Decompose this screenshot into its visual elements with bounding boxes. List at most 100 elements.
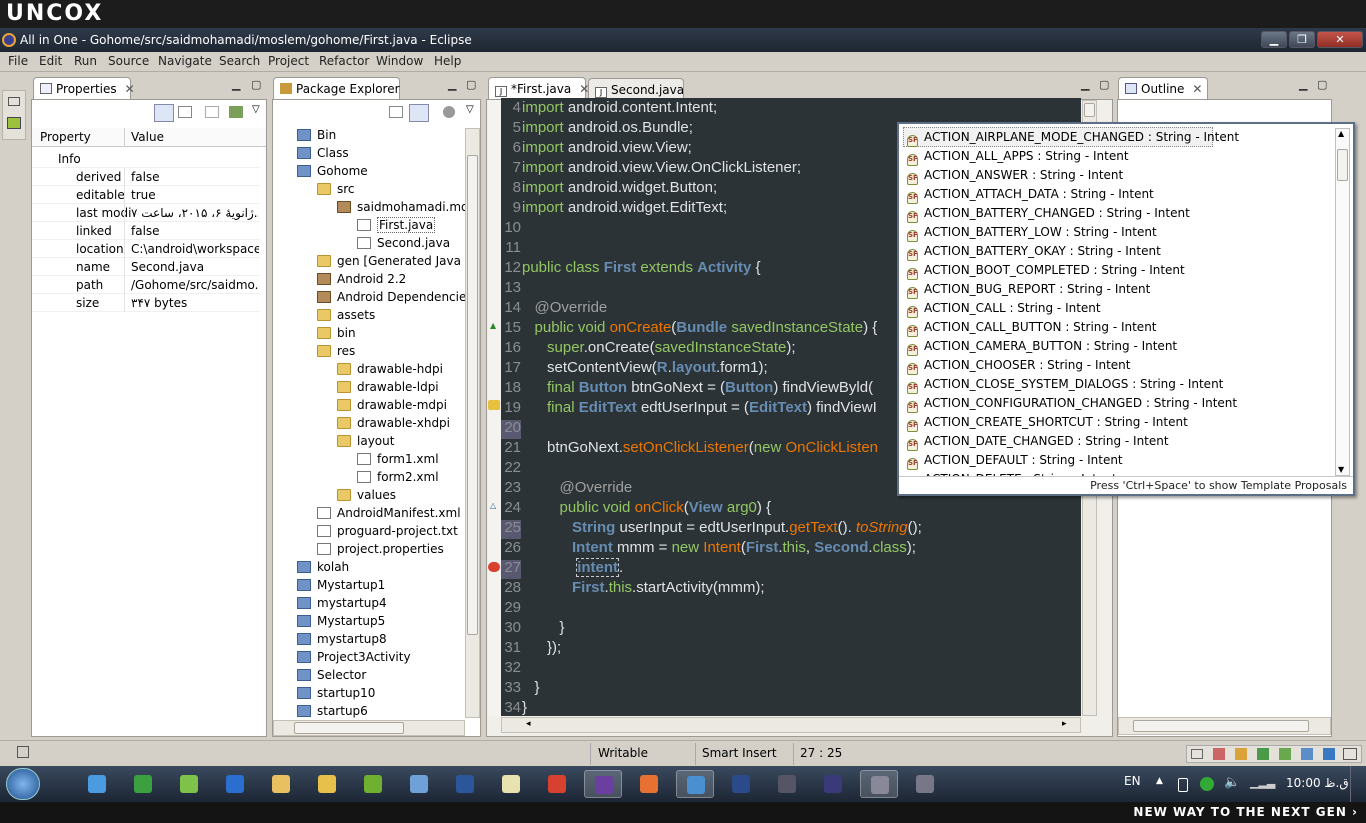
tree-item[interactable]: drawable-hdpi (337, 360, 443, 378)
scrollbar-thumb[interactable] (294, 722, 404, 734)
monitor-icon[interactable] (1343, 748, 1357, 760)
scroll-down-icon[interactable]: ▼ (1338, 465, 1344, 474)
taskbar-vs-icon[interactable] (584, 770, 622, 798)
property-row[interactable]: last modiژانویهٔ ۶، ۲۰۱۵، ساعت ۷... (32, 204, 260, 222)
tree-item[interactable]: gen [Generated Java File (317, 252, 480, 270)
focus-icon[interactable] (443, 106, 455, 118)
tree-item[interactable]: layout (337, 432, 394, 450)
progress-icon[interactable] (1323, 748, 1335, 760)
code-line[interactable]: setContentView(R.layout.form1); (522, 359, 768, 376)
proposal-item[interactable]: SF ACTION_DATE_CHANGED : String - Intent (907, 432, 1169, 451)
maximize-button[interactable]: ❐ (1289, 31, 1315, 48)
code-line[interactable]: @Override (522, 299, 608, 316)
devices-icon[interactable] (1279, 748, 1291, 760)
taskbar-gear-icon[interactable] (860, 770, 898, 798)
proposal-item[interactable]: SF ACTION_CLOSE_SYSTEM_DIALOGS : String -… (907, 375, 1223, 394)
maximize-view-icon[interactable]: ▢ (466, 78, 476, 91)
proposal-item[interactable]: SF ACTION_CAMERA_BUTTON : String - Intent (907, 337, 1177, 356)
language-indicator[interactable]: EN (1124, 774, 1141, 788)
fast-view-icon[interactable] (17, 746, 29, 758)
menu-project[interactable]: Project (268, 54, 309, 68)
tree-item[interactable]: saidmohamadi.mosl (337, 198, 478, 216)
view-menu-icon[interactable]: ▽ (252, 104, 260, 115)
code-line[interactable]: } (522, 679, 540, 696)
minimize-view-icon[interactable]: ▁ (1299, 78, 1307, 91)
tree-item[interactable]: Mystartup5 (297, 612, 385, 630)
console-icon[interactable] (7, 117, 21, 129)
code-line[interactable]: @Override (522, 479, 633, 496)
tasks-icon[interactable] (1235, 748, 1247, 760)
code-line[interactable]: String userInput = edtUserInput.getText(… (522, 519, 922, 536)
proposal-item[interactable]: SF ACTION_ALL_APPS : String - Intent (907, 147, 1129, 166)
tree-item[interactable]: res (317, 342, 355, 360)
tree-item[interactable]: AndroidManifest.xml (317, 504, 461, 522)
advanced-icon[interactable] (205, 106, 219, 118)
menu-search[interactable]: Search (219, 54, 260, 68)
tree-item[interactable]: Class (297, 144, 349, 162)
problems-icon[interactable] (1213, 748, 1225, 760)
outline-horizontal-scrollbar[interactable] (1118, 717, 1331, 735)
tree-item[interactable]: bin (317, 324, 356, 342)
property-row[interactable]: location C:\android\workspace... (32, 240, 260, 258)
quickfix-warning-icon[interactable] (488, 400, 500, 410)
taskbar-photoshop-icon[interactable] (722, 770, 760, 798)
scroll-up-icon[interactable]: ▲ (1338, 129, 1344, 138)
tree-item[interactable]: Gohome (297, 162, 368, 180)
property-row[interactable]: name Second.java (32, 258, 260, 276)
code-line[interactable]: import android.widget.EditText; (522, 199, 727, 216)
taskbar-green-icon[interactable] (124, 770, 162, 798)
minimize-view-icon[interactable]: ▁ (232, 78, 240, 91)
taskbar-pdf-icon[interactable] (538, 770, 576, 798)
scrollbar-thumb[interactable] (1133, 720, 1309, 732)
tree-item[interactable]: Project3Activity (297, 648, 411, 666)
tree-item[interactable]: Bin (297, 126, 336, 144)
tab-second-java[interactable]: J Second.java (588, 78, 684, 100)
minimize-view-icon[interactable]: ▁ (1081, 78, 1089, 91)
code-line[interactable]: btnGoNext.setOnClickListener(new OnClick… (522, 439, 878, 456)
tree-item[interactable]: proguard-project.txt (317, 522, 458, 540)
code-line[interactable]: import android.view.View.OnClickListener… (522, 159, 801, 176)
taskbar-calculator-icon[interactable] (906, 770, 944, 798)
scrollbar-thumb[interactable] (467, 155, 478, 635)
property-row[interactable]: size ۳۴۷ bytes (32, 294, 260, 312)
code-line[interactable]: import android.view.View; (522, 139, 692, 156)
tree-item[interactable]: First.java (357, 216, 436, 234)
scrollbar-thumb[interactable] (1084, 103, 1095, 117)
proposal-item[interactable]: SF ACTION_CREATE_SHORTCUT : String - Inte… (907, 413, 1188, 432)
code-line[interactable]: import android.os.Bundle; (522, 119, 693, 136)
battery-icon[interactable] (1178, 778, 1188, 792)
code-line[interactable]: final Button btnGoNext = (Button) findVi… (522, 379, 873, 396)
taskbar-safari-like-icon[interactable] (676, 770, 714, 798)
column-property[interactable]: Property (40, 130, 91, 144)
editor-horizontal-scrollbar[interactable]: ◂ ▸ (501, 717, 1081, 733)
minimize-view-icon[interactable]: ▁ (448, 78, 456, 91)
hierarchy-icon[interactable] (1257, 748, 1269, 760)
tree-item[interactable]: form2.xml (357, 468, 439, 486)
proposal-item[interactable]: SF ACTION_CONFIGURATION_CHANGED : String … (907, 394, 1237, 413)
taskbar-cloud-icon[interactable] (400, 770, 438, 798)
taskbar-clock[interactable]: 10:00 ق.ظ (1286, 776, 1349, 790)
proposal-item[interactable]: SF ACTION_ANSWER : String - Intent (907, 166, 1123, 185)
console-icon[interactable] (1301, 748, 1313, 760)
tree-item[interactable]: drawable-xhdpi (337, 414, 450, 432)
property-row[interactable]: editable true (32, 186, 260, 204)
start-button[interactable] (6, 768, 40, 800)
filter-icon[interactable] (178, 106, 192, 118)
tree-item[interactable]: assets (317, 306, 375, 324)
scrollbar-thumb[interactable] (1337, 149, 1348, 181)
group-row[interactable]: Info (32, 150, 260, 168)
categories-icon[interactable] (154, 104, 174, 122)
tab-outline[interactable]: Outline ✕ (1118, 77, 1208, 99)
tree-item[interactable]: project.properties (317, 540, 444, 558)
close-icon[interactable]: ✕ (1192, 82, 1202, 96)
network-globe-icon[interactable] (1200, 777, 1214, 791)
close-button[interactable]: ✕ (1317, 31, 1363, 48)
taskbar-word-icon[interactable] (446, 770, 484, 798)
scroll-left-icon[interactable]: ◂ (526, 719, 531, 729)
maximize-view-icon[interactable]: ▢ (1317, 78, 1327, 91)
minimize-button[interactable]: ▁ (1261, 31, 1287, 48)
taskbar-monitor-icon[interactable] (768, 770, 806, 798)
error-marker-icon[interactable] (488, 562, 500, 572)
tree-item[interactable]: Selector (297, 666, 366, 684)
proposal-item[interactable]: SF ACTION_CHOOSER : String - Intent (907, 356, 1130, 375)
